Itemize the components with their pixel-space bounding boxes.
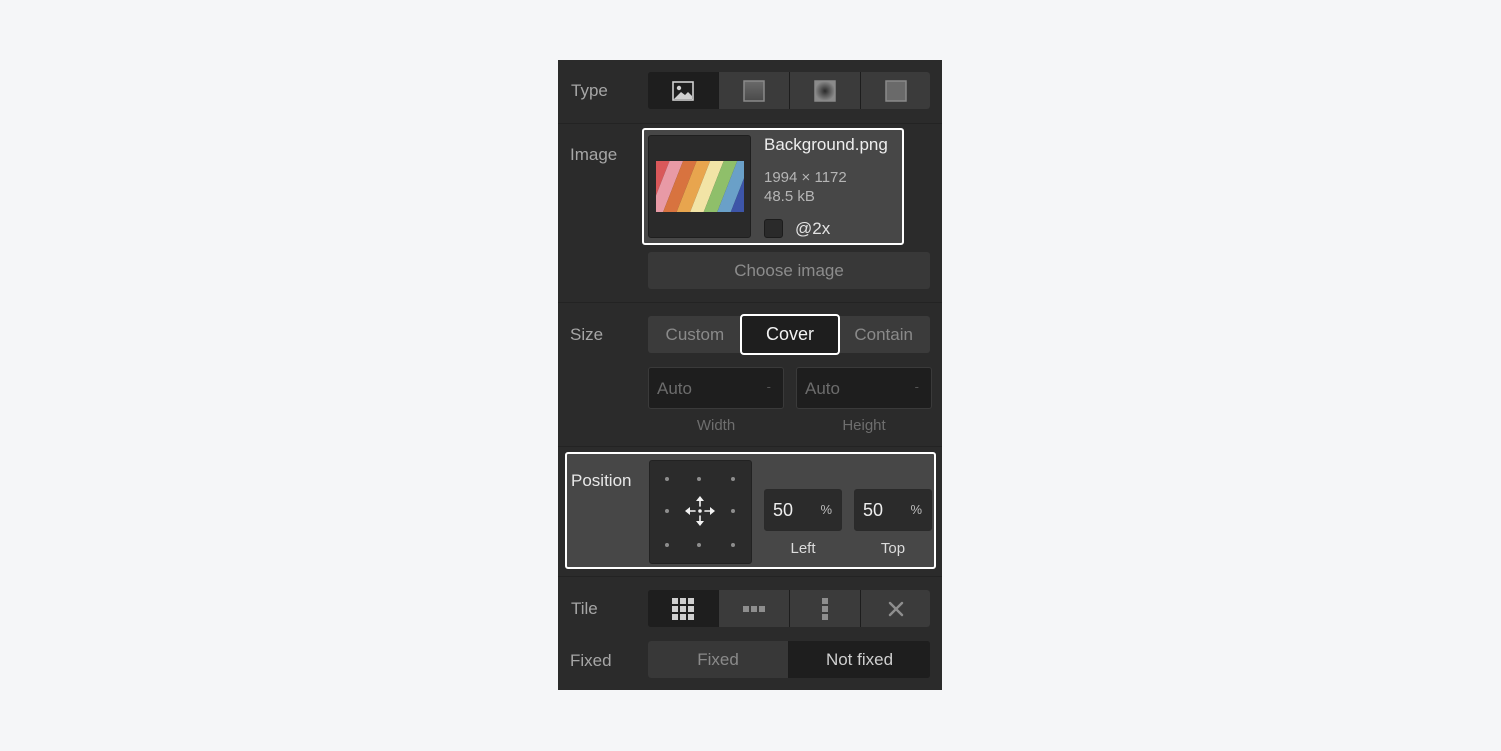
move-arrows-icon (685, 496, 715, 526)
position-dot[interactable] (665, 477, 669, 481)
size-custom-button[interactable]: Custom (648, 316, 742, 353)
type-label: Type (571, 81, 608, 100)
height-value: Auto (805, 379, 840, 398)
size-custom-label: Custom (665, 324, 725, 344)
image-file-name: Background.png (764, 135, 888, 154)
position-top-input[interactable]: 50 % (854, 489, 932, 531)
image-thumbnail[interactable] (648, 135, 751, 238)
background-settings-panel: Type Image Background.png 1994 × 1172 48… (558, 60, 942, 690)
tile-vertical-icon (822, 597, 828, 620)
retina-checkbox[interactable] (764, 219, 783, 238)
linear-gradient-icon (743, 79, 765, 102)
size-contain-label: Contain (854, 324, 913, 344)
tile-both-icon (672, 597, 694, 620)
not-fixed-button[interactable]: Not fixed (789, 641, 930, 678)
fixed-label: Fixed (570, 651, 612, 670)
image-file-size: 48.5 kB (764, 188, 815, 205)
fixed-button[interactable]: Fixed (648, 641, 788, 678)
position-dot[interactable] (697, 543, 701, 547)
image-icon (672, 80, 694, 101)
type-linear-gradient-button[interactable] (719, 72, 789, 109)
position-left-value: 50 (773, 500, 794, 520)
size-label: Size (570, 325, 604, 344)
type-color-overlay-button[interactable] (861, 72, 930, 109)
size-cover-button[interactable]: Cover (740, 314, 840, 355)
tile-segmented-control (648, 590, 930, 627)
retina-label: @2x (795, 219, 831, 238)
position-section: Position 50 % 50 % Left Top (565, 452, 936, 569)
position-top-caption: Top (880, 540, 906, 557)
position-dot[interactable] (731, 477, 735, 481)
type-segmented-control (648, 72, 930, 109)
image-card: Background.png 1994 × 1172 48.5 kB @2x (642, 128, 904, 245)
type-image-button[interactable] (648, 72, 718, 109)
position-grid[interactable] (649, 460, 752, 564)
type-radial-gradient-button[interactable] (790, 72, 860, 109)
position-left-caption: Left (790, 540, 816, 557)
choose-image-button[interactable]: Choose image (648, 252, 930, 289)
image-label: Image (570, 145, 618, 164)
not-fixed-option-label: Not fixed (825, 649, 894, 669)
width-input[interactable]: Auto - (648, 367, 784, 409)
width-value: Auto (657, 379, 692, 398)
size-cover-label: Cover (765, 324, 814, 344)
position-top-unit[interactable]: % (910, 502, 922, 517)
position-dot[interactable] (665, 543, 669, 547)
radial-gradient-icon (814, 79, 836, 102)
position-label: Position (571, 471, 632, 490)
color-overlay-icon (884, 79, 907, 102)
no-tile-button[interactable] (861, 590, 930, 627)
tile-label: Tile (571, 599, 598, 618)
height-unit[interactable]: - (915, 379, 919, 394)
height-input[interactable]: Auto - (796, 367, 932, 409)
size-contain-button[interactable]: Contain (837, 316, 930, 353)
divider (558, 576, 942, 577)
position-top-value: 50 (863, 500, 884, 520)
position-left-unit[interactable]: % (820, 502, 832, 517)
width-caption: Width (696, 417, 736, 434)
image-dimensions: 1994 × 1172 (764, 169, 847, 186)
position-dot[interactable] (665, 509, 669, 513)
divider (558, 123, 942, 124)
tile-vertical-button[interactable] (790, 590, 860, 627)
position-dot[interactable] (731, 509, 735, 513)
width-unit[interactable]: - (767, 379, 771, 394)
position-left-input[interactable]: 50 % (764, 489, 842, 531)
height-caption: Height (842, 417, 886, 434)
no-tile-icon (888, 601, 903, 616)
tile-horizontal-button[interactable] (719, 590, 789, 627)
divider (558, 302, 942, 303)
rainbow-stripes-image (656, 161, 744, 212)
position-dot[interactable] (731, 543, 735, 547)
divider (558, 446, 942, 447)
fixed-option-label: Fixed (697, 649, 739, 669)
tile-horizontal-icon (743, 605, 765, 612)
position-dot[interactable] (697, 477, 701, 481)
fixed-segmented-control: Fixed Not fixed (648, 641, 930, 678)
tile-both-button[interactable] (648, 590, 718, 627)
